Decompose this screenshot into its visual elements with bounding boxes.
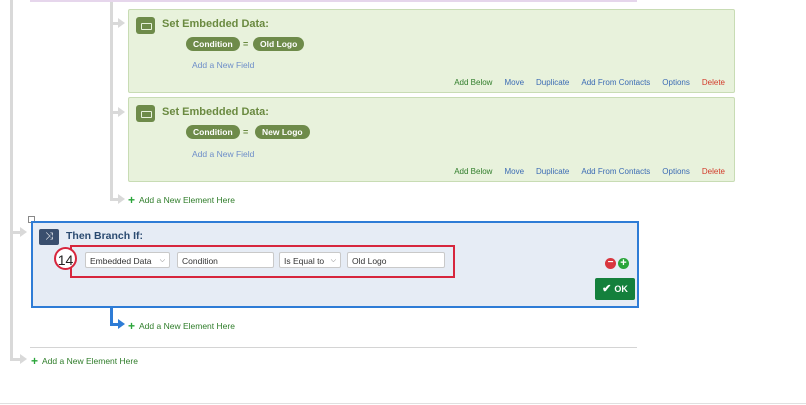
- move-link[interactable]: Move: [504, 78, 524, 87]
- delete-link[interactable]: Delete: [702, 167, 725, 176]
- block-actions: Add Below Move Duplicate Add From Contac…: [454, 78, 725, 87]
- condition-field-input[interactable]: Condition: [177, 252, 274, 268]
- arrow-icon: [20, 227, 27, 237]
- bottom-divider: [30, 347, 637, 348]
- embedded-data-icon: [136, 17, 155, 34]
- options-link[interactable]: Options: [662, 78, 690, 87]
- arrow-icon: [118, 194, 125, 204]
- add-field-link[interactable]: Add a New Field: [192, 60, 254, 70]
- embedded-data-block[interactable]: Set Embedded Data: Condition = Old Logo …: [128, 9, 735, 93]
- step-number-badge: 14: [54, 247, 77, 270]
- condition-operator-select[interactable]: Is Equal to ⌵: [279, 252, 341, 268]
- add-from-contacts-link[interactable]: Add From Contacts: [581, 167, 650, 176]
- duplicate-link[interactable]: Duplicate: [536, 78, 569, 87]
- add-element-label: Add a New Element Here: [42, 356, 138, 366]
- add-element-label: Add a New Element Here: [139, 195, 235, 205]
- field-name-pill[interactable]: Condition: [186, 37, 240, 51]
- check-icon: ✔: [602, 283, 612, 295]
- chevron-down-icon: ⌵: [159, 257, 165, 264]
- add-from-contacts-link[interactable]: Add From Contacts: [581, 78, 650, 87]
- inner-flow-line: [110, 0, 113, 200]
- block-title: Set Embedded Data:: [162, 18, 269, 30]
- field-value-pill[interactable]: New Logo: [255, 125, 310, 139]
- branch-icon: ⤨: [39, 229, 59, 245]
- remove-condition-icon[interactable]: −: [605, 258, 616, 269]
- add-element-link[interactable]: + Add a New Element Here: [128, 193, 235, 207]
- add-element-label: Add a New Element Here: [139, 321, 235, 331]
- branch-block[interactable]: ⤨ Then Branch If: 14 Embedded Data ⌵ Con…: [31, 221, 639, 308]
- condition-operator-value: Is Equal to: [284, 256, 325, 266]
- add-below-link[interactable]: Add Below: [454, 167, 492, 176]
- condition-value-text: Old Logo: [352, 256, 387, 266]
- condition-source-value: Embedded Data: [90, 256, 152, 266]
- embedded-data-icon: [136, 105, 155, 122]
- add-element-link[interactable]: + Add a New Element Here: [31, 354, 138, 368]
- condition-source-select[interactable]: Embedded Data ⌵: [85, 252, 170, 268]
- add-below-link[interactable]: Add Below: [454, 78, 492, 87]
- duplicate-link[interactable]: Duplicate: [536, 167, 569, 176]
- arrow-icon: [118, 107, 125, 117]
- page-bottom-border: [0, 403, 806, 404]
- chevron-down-icon: ⌵: [330, 257, 336, 264]
- ok-label: OK: [614, 284, 628, 294]
- equals-sign: =: [243, 39, 249, 49]
- add-element-link[interactable]: + Add a New Element Here: [128, 319, 235, 333]
- plus-icon: +: [31, 354, 39, 368]
- plus-icon: +: [128, 319, 136, 333]
- add-condition-icon[interactable]: +: [618, 258, 629, 269]
- block-title: Set Embedded Data:: [162, 106, 269, 118]
- plus-icon: +: [128, 193, 136, 207]
- arrow-icon: [118, 319, 125, 329]
- move-link[interactable]: Move: [504, 167, 524, 176]
- equals-sign: =: [243, 127, 249, 137]
- branch-connector-line: [110, 305, 113, 325]
- outer-flow-line: [10, 0, 13, 360]
- ok-button[interactable]: ✔ OK: [595, 278, 635, 300]
- condition-value-input[interactable]: Old Logo: [347, 252, 445, 268]
- top-divider: [30, 0, 637, 2]
- delete-link[interactable]: Delete: [702, 78, 725, 87]
- field-value-pill[interactable]: Old Logo: [253, 37, 305, 51]
- embedded-data-block[interactable]: Set Embedded Data: Condition = New Logo …: [128, 97, 735, 182]
- condition-field-value: Condition: [182, 256, 218, 266]
- arrow-icon: [118, 18, 125, 28]
- branch-title: Then Branch If:: [66, 230, 144, 242]
- options-link[interactable]: Options: [662, 167, 690, 176]
- field-name-pill[interactable]: Condition: [186, 125, 240, 139]
- add-field-link[interactable]: Add a New Field: [192, 149, 254, 159]
- block-actions: Add Below Move Duplicate Add From Contac…: [454, 167, 725, 176]
- arrow-icon: [20, 354, 27, 364]
